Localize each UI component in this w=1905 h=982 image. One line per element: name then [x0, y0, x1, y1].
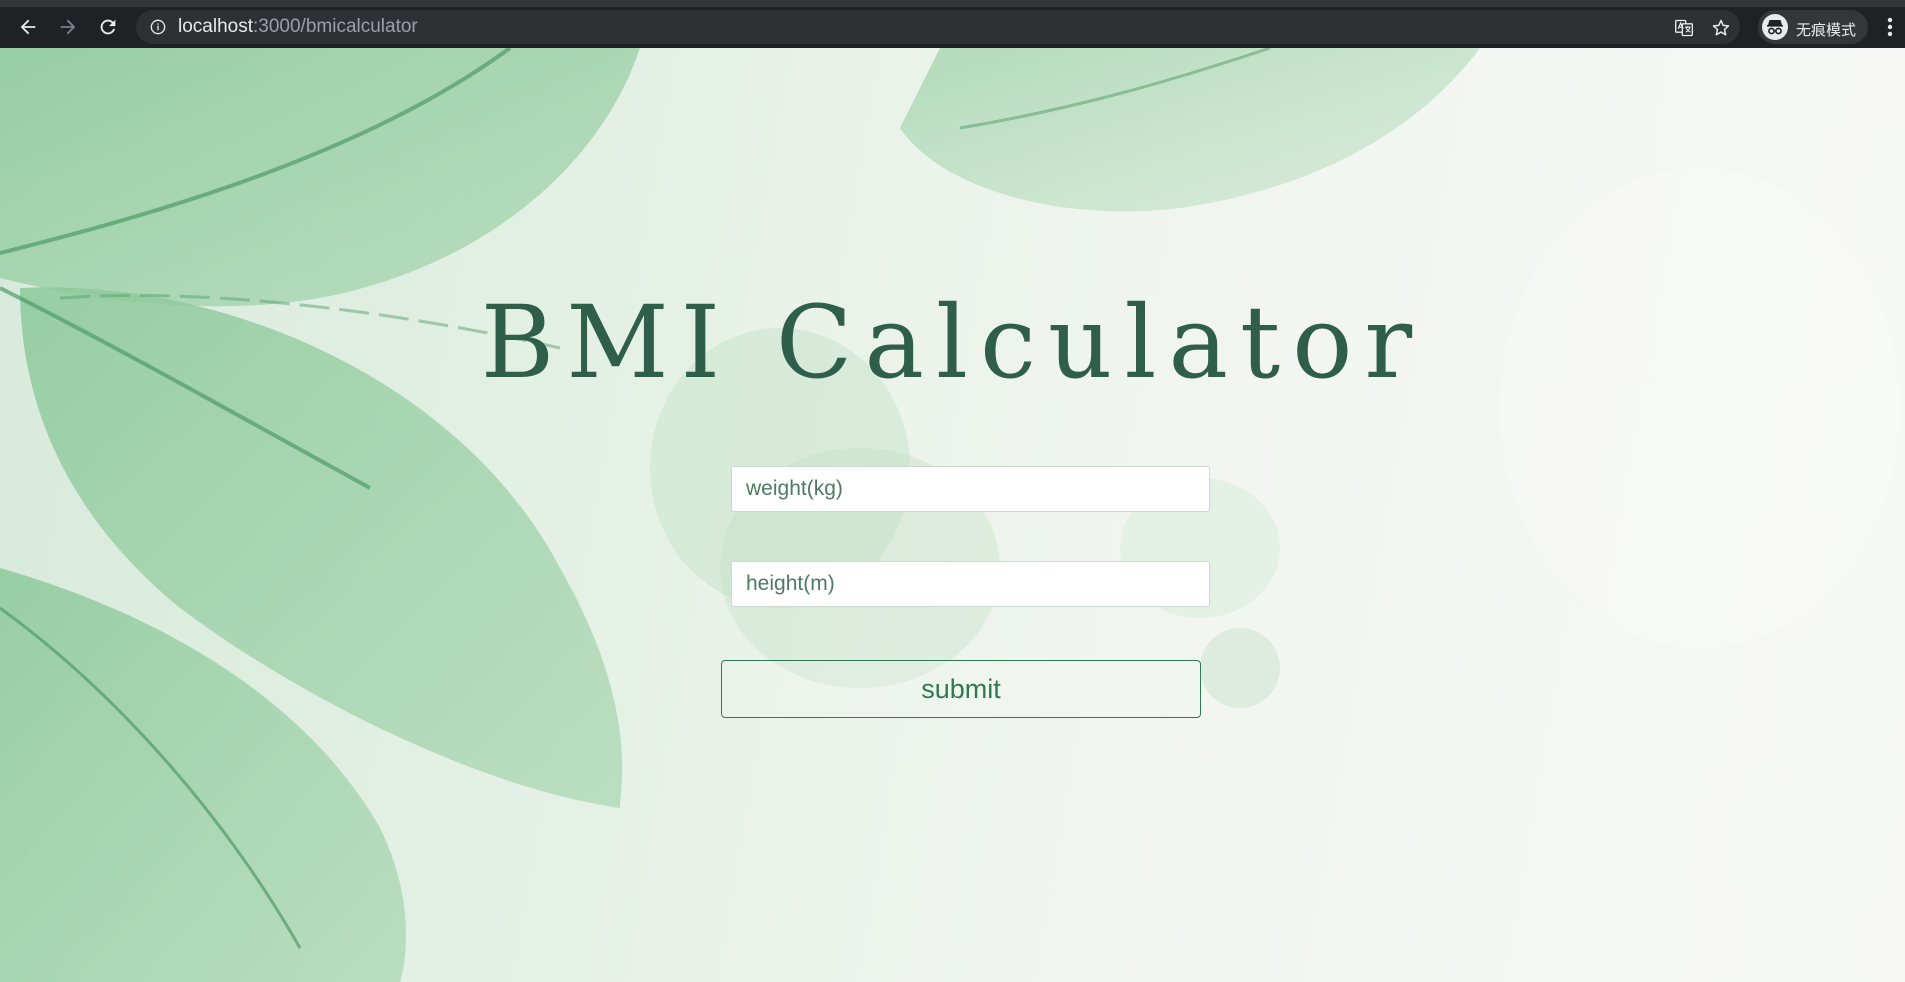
- submit-button[interactable]: submit: [721, 660, 1201, 718]
- page-title: BMI Calculator: [480, 284, 1425, 401]
- translate-icon[interactable]: [1674, 18, 1694, 38]
- height-input[interactable]: [731, 561, 1210, 607]
- forward-button[interactable]: [52, 11, 84, 43]
- leaf-background-image: [0, 48, 1900, 982]
- star-icon[interactable]: [1711, 18, 1731, 38]
- url-path: :3000/bmicalculator: [253, 16, 418, 37]
- browser-toolbar: localhost:3000/bmicalculator 无痕模式: [0, 0, 1905, 48]
- incognito-icon: [1762, 14, 1788, 40]
- url-text[interactable]: localhost:3000/bmicalculator: [178, 17, 418, 37]
- address-bar[interactable]: localhost:3000/bmicalculator: [136, 10, 1740, 44]
- reload-icon: [100, 19, 116, 35]
- forward-arrow-icon: [60, 19, 76, 35]
- url-host: localhost: [178, 16, 253, 37]
- reload-button[interactable]: [92, 11, 124, 43]
- info-icon[interactable]: [150, 19, 166, 35]
- weight-input[interactable]: [731, 466, 1210, 512]
- incognito-indicator[interactable]: 无痕模式: [1758, 10, 1868, 44]
- page-body: BMI Calculator submit: [0, 48, 1905, 982]
- back-arrow-icon: [20, 19, 36, 35]
- incognito-label: 无痕模式: [1796, 21, 1857, 39]
- more-vert-icon[interactable]: [1880, 13, 1900, 41]
- back-button[interactable]: [12, 11, 44, 43]
